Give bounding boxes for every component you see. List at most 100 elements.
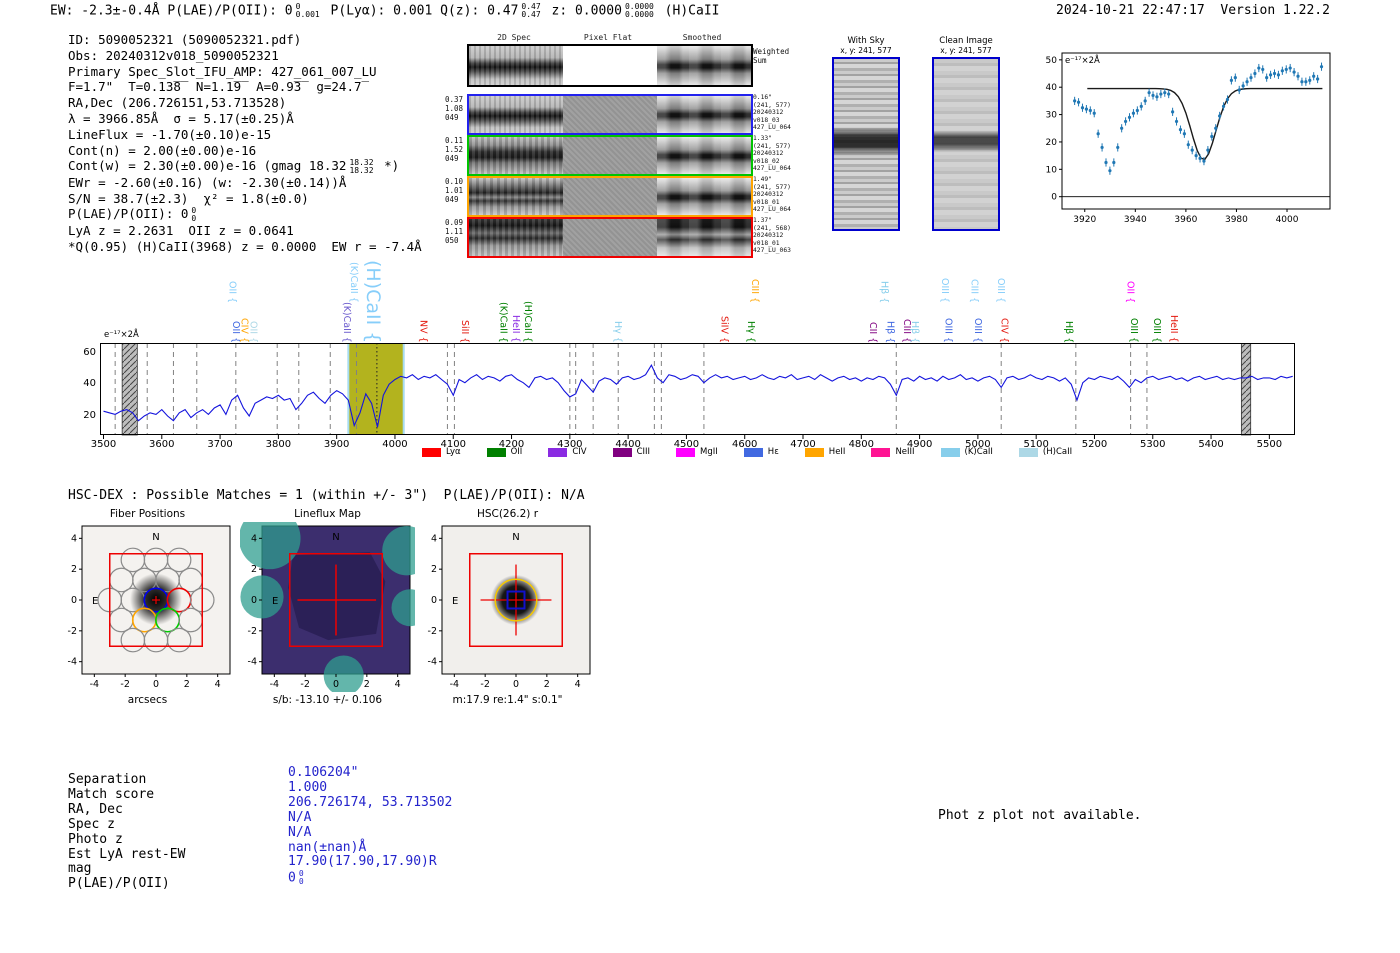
elixer-report-page: EW: -2.3±-0.4Å P(LAE)/P(OII): 0 0 0.001 P(… — [0, 0, 1400, 953]
match-row-label: Photo z — [68, 831, 123, 847]
svg-text:0: 0 — [513, 679, 519, 690]
svg-text:-4: -4 — [450, 679, 459, 690]
legend-item: MgII — [676, 447, 718, 457]
spec2d-title-2dspec: 2D Spec — [497, 33, 531, 42]
spec2d-image — [469, 137, 563, 174]
match-row-label: Est LyA rest-EW — [68, 846, 186, 862]
spec2d-image — [469, 96, 563, 133]
emission-line-labels: OII {OII {CIV {OII {(K)CaII {(K)CaII {(H… — [100, 258, 1295, 343]
with-sky-title: With Sky — [847, 36, 885, 46]
match-table-values: 0.106204" 1.000 206.726174, 53.713502 N/A N/… — [288, 765, 453, 887]
plae-fraction: 0 0.001 — [295, 2, 320, 19]
weighted-sum-label: Weighted Sum — [753, 47, 790, 65]
svg-text:-2: -2 — [248, 626, 257, 637]
y-tick-label: 40 — [83, 378, 96, 390]
legend-swatch — [871, 447, 891, 457]
emission-line-label: (H)CaII { — [361, 259, 384, 343]
legend-swatch — [1018, 447, 1038, 457]
emission-line-label: Hβ { — [1062, 320, 1074, 343]
match-row-label: mag — [68, 861, 92, 877]
svg-text:-2: -2 — [428, 626, 437, 637]
spec2d-row — [467, 94, 753, 135]
match-row-label: P(LAE)/P(OII) — [68, 876, 170, 892]
x-tick-label: 3700 — [207, 439, 233, 450]
svg-text:0: 0 — [153, 679, 159, 690]
row-left-label: 0.37 1.08 049 — [445, 95, 464, 122]
info-line: λ = 3966.85Å σ = 5.17(±0.25)Å — [68, 110, 294, 126]
fiber-positions-plot: N E -4 -4 -2 -2 0 0 2 2 4 4 — [68, 525, 231, 690]
match-row-value: 206.726174, 53.713502 — [288, 794, 453, 810]
emission-line-label: Hγ { — [745, 321, 757, 343]
emission-line-label: HeII { — [510, 315, 522, 343]
info-line: P(LAE)/P(OII): 000 — [68, 205, 197, 223]
info-line: Obs: 20240312v018_5090052321 — [68, 47, 279, 63]
legend-label: OII — [510, 447, 523, 457]
clean-image — [932, 57, 1000, 231]
legend-item: CIII — [612, 447, 650, 457]
clean-image-panel: Clean Image x, y: 241, 577 — [926, 36, 1006, 231]
hsc-image-xlabel: m:17.9 re:1.4" s:0.1" — [452, 694, 563, 706]
timestamp: 2024-10-21 22:47:17 — [1056, 3, 1205, 18]
spectrum-plot — [100, 343, 1295, 439]
svg-text:20: 20 — [1046, 138, 1058, 148]
emission-line-label: CIII { — [749, 278, 761, 303]
svg-text:0: 0 — [333, 679, 339, 690]
spec2d-row — [467, 135, 753, 176]
svg-text:2: 2 — [431, 564, 437, 575]
emission-line-label: OIII { — [971, 318, 983, 343]
fiber-positions-xlabel: arcsecs — [127, 694, 168, 706]
with-sky-coords: x, y: 241, 577 — [840, 46, 892, 55]
legend-item: HeII — [804, 447, 845, 457]
svg-text:2: 2 — [364, 679, 370, 690]
svg-text:E: E — [452, 596, 458, 607]
svg-text:3980: 3980 — [1225, 215, 1248, 225]
emission-line-label: OIII { — [995, 278, 1007, 303]
x-tick-label: 5400 — [1198, 439, 1224, 450]
legend-label: Lyα — [446, 447, 461, 457]
svg-text:2: 2 — [184, 679, 190, 690]
x-tick-label: 3800 — [265, 439, 292, 450]
svg-text:0: 0 — [1051, 193, 1057, 203]
hsc-image-title: HSC(26.2) r — [476, 508, 539, 520]
svg-text:0: 0 — [431, 595, 437, 606]
x-tick-label: 4000 — [382, 439, 408, 450]
line-legend: Lyα OII CIV CIII MgII Hε HeII NeIII (K)CaII (H)Ca… — [422, 447, 1072, 457]
match-row-label: Match score — [68, 786, 155, 802]
legend-item: Hε — [743, 447, 779, 457]
svg-text:4000: 4000 — [1276, 215, 1299, 225]
emission-line-label: OIII { — [1128, 318, 1140, 343]
svg-text:3920: 3920 — [1073, 215, 1096, 225]
spec2d-image — [469, 46, 563, 85]
svg-text:-4: -4 — [90, 679, 99, 690]
emission-line-label: NV { — [417, 320, 429, 343]
match-row-value: N/A — [288, 824, 312, 840]
pixelflat-image — [563, 46, 657, 85]
emission-line-label: (H)CaII { — [521, 301, 533, 343]
x-tick-label: 5200 — [1081, 439, 1108, 450]
hsc-image-plot: N E -4 -4 -2 -2 0 0 2 2 4 4 — [428, 525, 591, 690]
svg-text:3940: 3940 — [1124, 215, 1147, 225]
info-line: RA,Dec (206.726151,53.713528) — [68, 95, 287, 111]
row-left-label: 0.09 1.11 050 — [445, 218, 464, 245]
clean-image-title: Clean Image — [939, 36, 993, 46]
info-line: S/N = 38.7(±2.3) χ² = 1.8(±0.0) — [68, 190, 309, 206]
legend-swatch — [743, 447, 763, 457]
emission-line-label: SiIV { — [718, 315, 730, 343]
emission-line-label: (K)CaII { — [497, 302, 509, 343]
emission-line-label: OIII { — [942, 318, 954, 343]
emission-line-label: CII { — [866, 321, 878, 343]
spec2d-figure: 2D Spec Pixel Flat Smoothed Weighted Sum… — [445, 33, 795, 261]
legend-label: MgII — [700, 447, 718, 457]
info-line: Cont(w) = 2.30(±0.00)e-16 (gmag 18.32 18.… — [68, 157, 400, 175]
info-line: ID: 5090052321 (5090052321.pdf) — [68, 32, 302, 47]
info-line: LyA z = 2.2631 OII z = 0.0641 — [68, 222, 294, 238]
svg-text:N: N — [512, 532, 519, 543]
legend-item: NeIII — [871, 447, 915, 457]
header-summary: EW: -2.3±-0.4Å P(LAE)/P(OII): 0 0 0.001 P(… — [50, 3, 719, 19]
pixelflat-image — [563, 137, 657, 174]
emission-line-label: (K)CaII { — [348, 262, 360, 303]
match-row-value: 1.000 — [288, 779, 328, 795]
version-label: Version 1.22.2 — [1220, 3, 1330, 18]
fraction: 00 — [298, 869, 304, 887]
emission-line-label: CIII { — [968, 278, 980, 303]
